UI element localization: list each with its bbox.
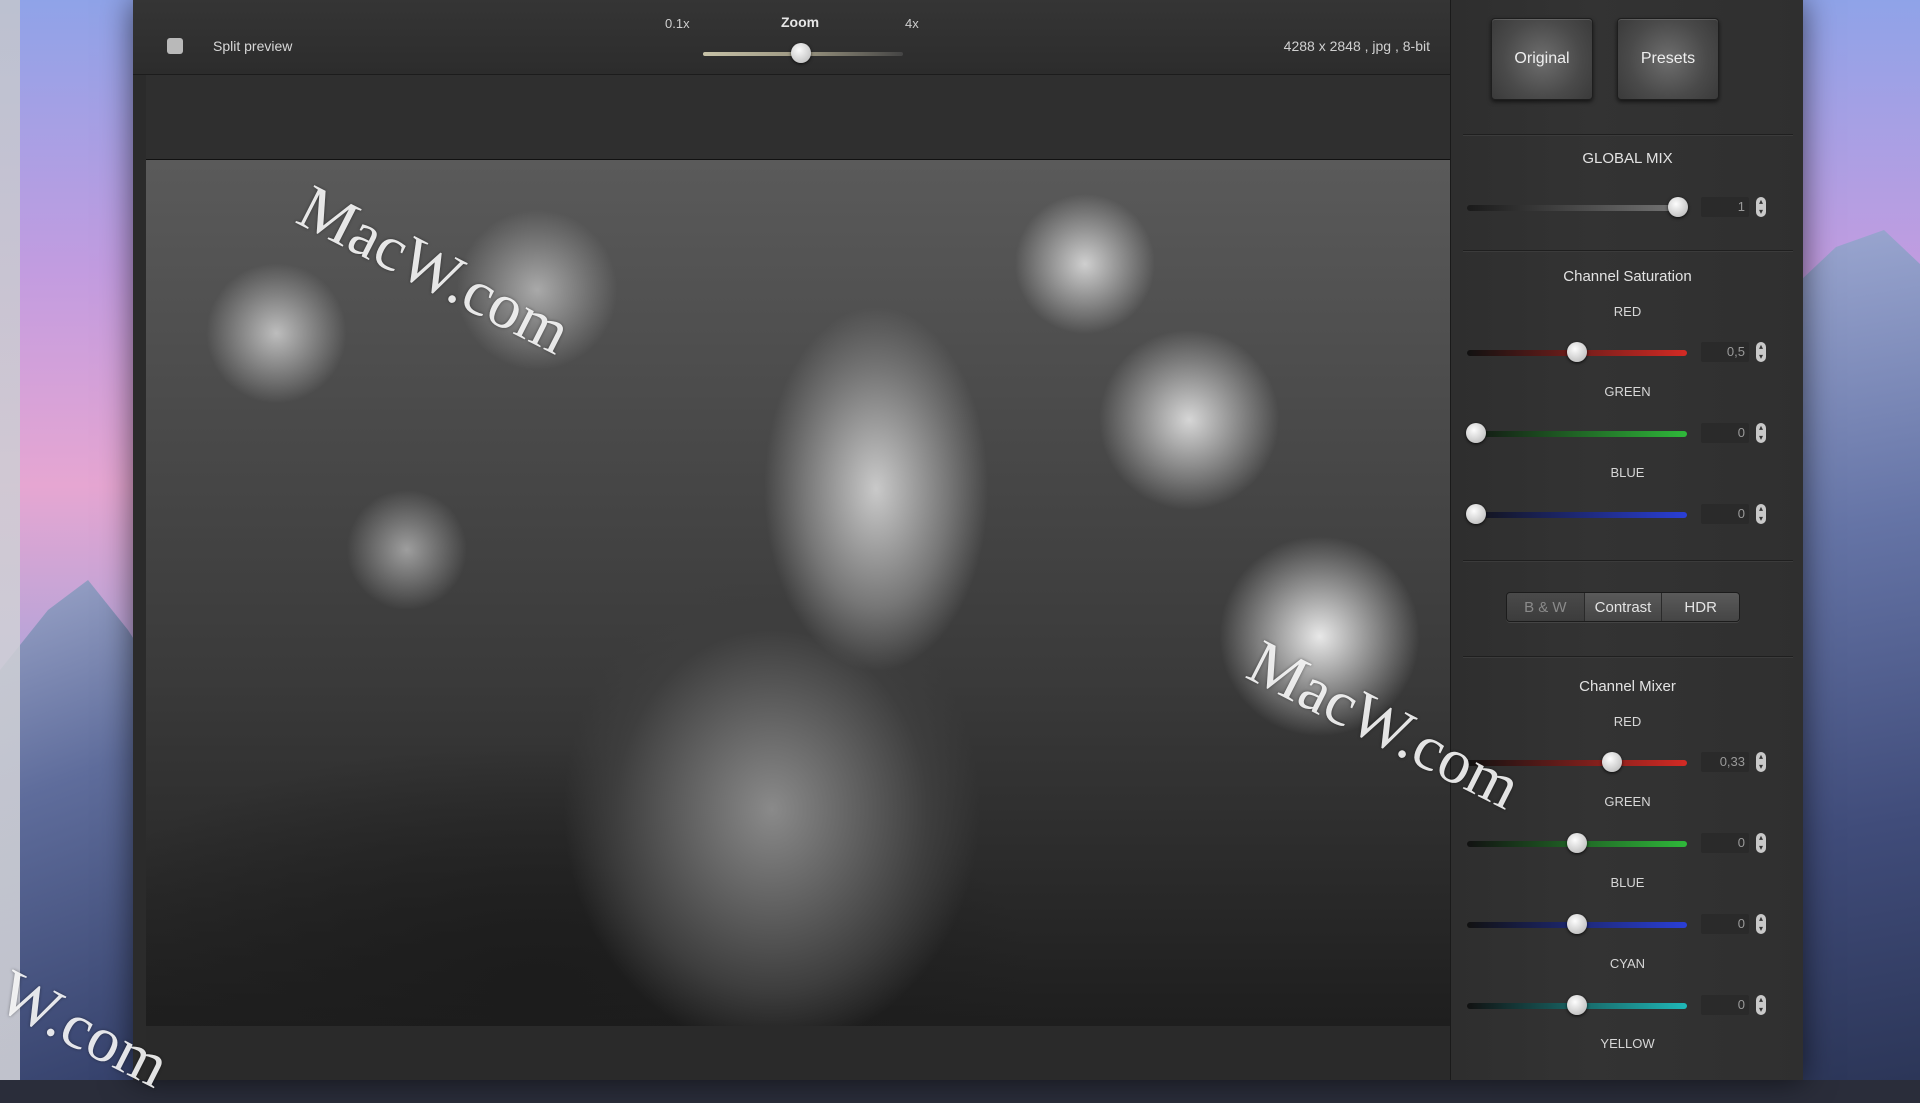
saturation-red-label: RED: [1613, 304, 1642, 319]
divider: [1463, 134, 1793, 135]
mixer-green-value[interactable]: 0: [1701, 833, 1749, 853]
saturation-red-thumb[interactable]: [1567, 342, 1587, 362]
photo-preview[interactable]: [146, 160, 1450, 1026]
mode-segmented-control: B & W Contrast HDR: [1506, 592, 1740, 622]
mixer-blue-value[interactable]: 0: [1701, 914, 1749, 934]
mixer-red-thumb[interactable]: [1602, 752, 1623, 772]
zoom-title: Zoom: [781, 14, 820, 30]
desktop-left-edge: [0, 0, 20, 1080]
saturation-green-label: GREEN: [1604, 384, 1651, 399]
saturation-green-thumb[interactable]: [1465, 423, 1486, 443]
zoom-min-label: 0.1x: [665, 16, 690, 31]
mixer-red-label: RED: [1613, 714, 1642, 729]
saturation-blue-thumb[interactable]: [1465, 504, 1486, 524]
mixer-blue-stepper[interactable]: ▴ ▾: [1756, 914, 1766, 934]
split-preview-checkbox[interactable]: [167, 38, 183, 54]
toolbar: Split preview 0.1x Zoom 4x 4288 x 2848 ,…: [133, 0, 1450, 75]
divider: [1463, 656, 1793, 657]
mixer-cyan-slider[interactable]: [1467, 995, 1687, 1015]
zoom-slider-thumb[interactable]: [791, 43, 811, 63]
saturation-blue-stepper[interactable]: ▴ ▾: [1756, 504, 1766, 524]
saturation-blue-slider[interactable]: [1465, 504, 1687, 524]
saturation-blue-value[interactable]: 0: [1701, 504, 1749, 524]
mixer-blue-slider[interactable]: [1467, 914, 1687, 934]
channel-saturation-title: Channel Saturation: [1563, 268, 1692, 285]
mixer-green-thumb[interactable]: [1567, 833, 1587, 853]
wallpaper-mountain-right: [1800, 230, 1920, 1080]
original-button[interactable]: Original: [1491, 18, 1593, 100]
divider: [1463, 560, 1793, 561]
saturation-green-slider[interactable]: [1465, 423, 1687, 443]
split-preview-label: Split preview: [213, 38, 293, 54]
mixer-green-stepper[interactable]: ▴ ▾: [1756, 833, 1766, 853]
image-info: 4288 x 2848 , jpg , 8-bit: [1283, 38, 1430, 54]
global-mix-title: GLOBAL MIX: [1582, 150, 1673, 167]
saturation-blue-label: BLUE: [1610, 465, 1645, 480]
mixer-cyan-value[interactable]: 0: [1701, 995, 1749, 1015]
saturation-green-stepper[interactable]: ▴ ▾: [1756, 423, 1766, 443]
mode-hdr-button[interactable]: HDR: [1662, 593, 1739, 621]
canvas-top-margin: [146, 75, 1450, 160]
mixer-red-stepper[interactable]: ▴ ▾: [1756, 752, 1766, 772]
app-window: Split preview 0.1x Zoom 4x 4288 x 2848 ,…: [133, 0, 1803, 1080]
zoom-max-label: 4x: [905, 16, 919, 31]
canvas-bottom-margin: [146, 1026, 1450, 1080]
adjustments-panel: Original Presets GLOBAL MIX 1 ▴ ▾ Channel…: [1450, 0, 1803, 1080]
saturation-red-slider[interactable]: [1467, 342, 1687, 362]
mixer-yellow-label: YELLOW: [1600, 1036, 1655, 1051]
mixer-cyan-thumb[interactable]: [1567, 995, 1587, 1015]
global-mix-slider[interactable]: [1467, 197, 1689, 217]
mixer-red-value[interactable]: 0,33: [1701, 752, 1749, 772]
mode-contrast-button[interactable]: Contrast: [1584, 593, 1663, 621]
global-mix-value[interactable]: 1: [1701, 197, 1749, 217]
mixer-green-slider[interactable]: [1467, 833, 1687, 853]
saturation-green-value[interactable]: 0: [1701, 423, 1749, 443]
mode-bw-button[interactable]: B & W: [1507, 593, 1585, 621]
divider: [1463, 250, 1793, 251]
global-mix-thumb[interactable]: [1668, 197, 1689, 217]
mixer-cyan-label: CYAN: [1609, 956, 1646, 971]
mixer-cyan-stepper[interactable]: ▴ ▾: [1756, 995, 1766, 1015]
mixer-blue-label: BLUE: [1610, 875, 1645, 890]
presets-button[interactable]: Presets: [1617, 18, 1719, 100]
mixer-blue-thumb[interactable]: [1567, 914, 1587, 934]
saturation-red-stepper[interactable]: ▴ ▾: [1756, 342, 1766, 362]
saturation-red-value[interactable]: 0,5: [1701, 342, 1749, 362]
global-mix-stepper[interactable]: ▴ ▾: [1756, 197, 1766, 217]
channel-mixer-title: Channel Mixer: [1579, 678, 1676, 695]
